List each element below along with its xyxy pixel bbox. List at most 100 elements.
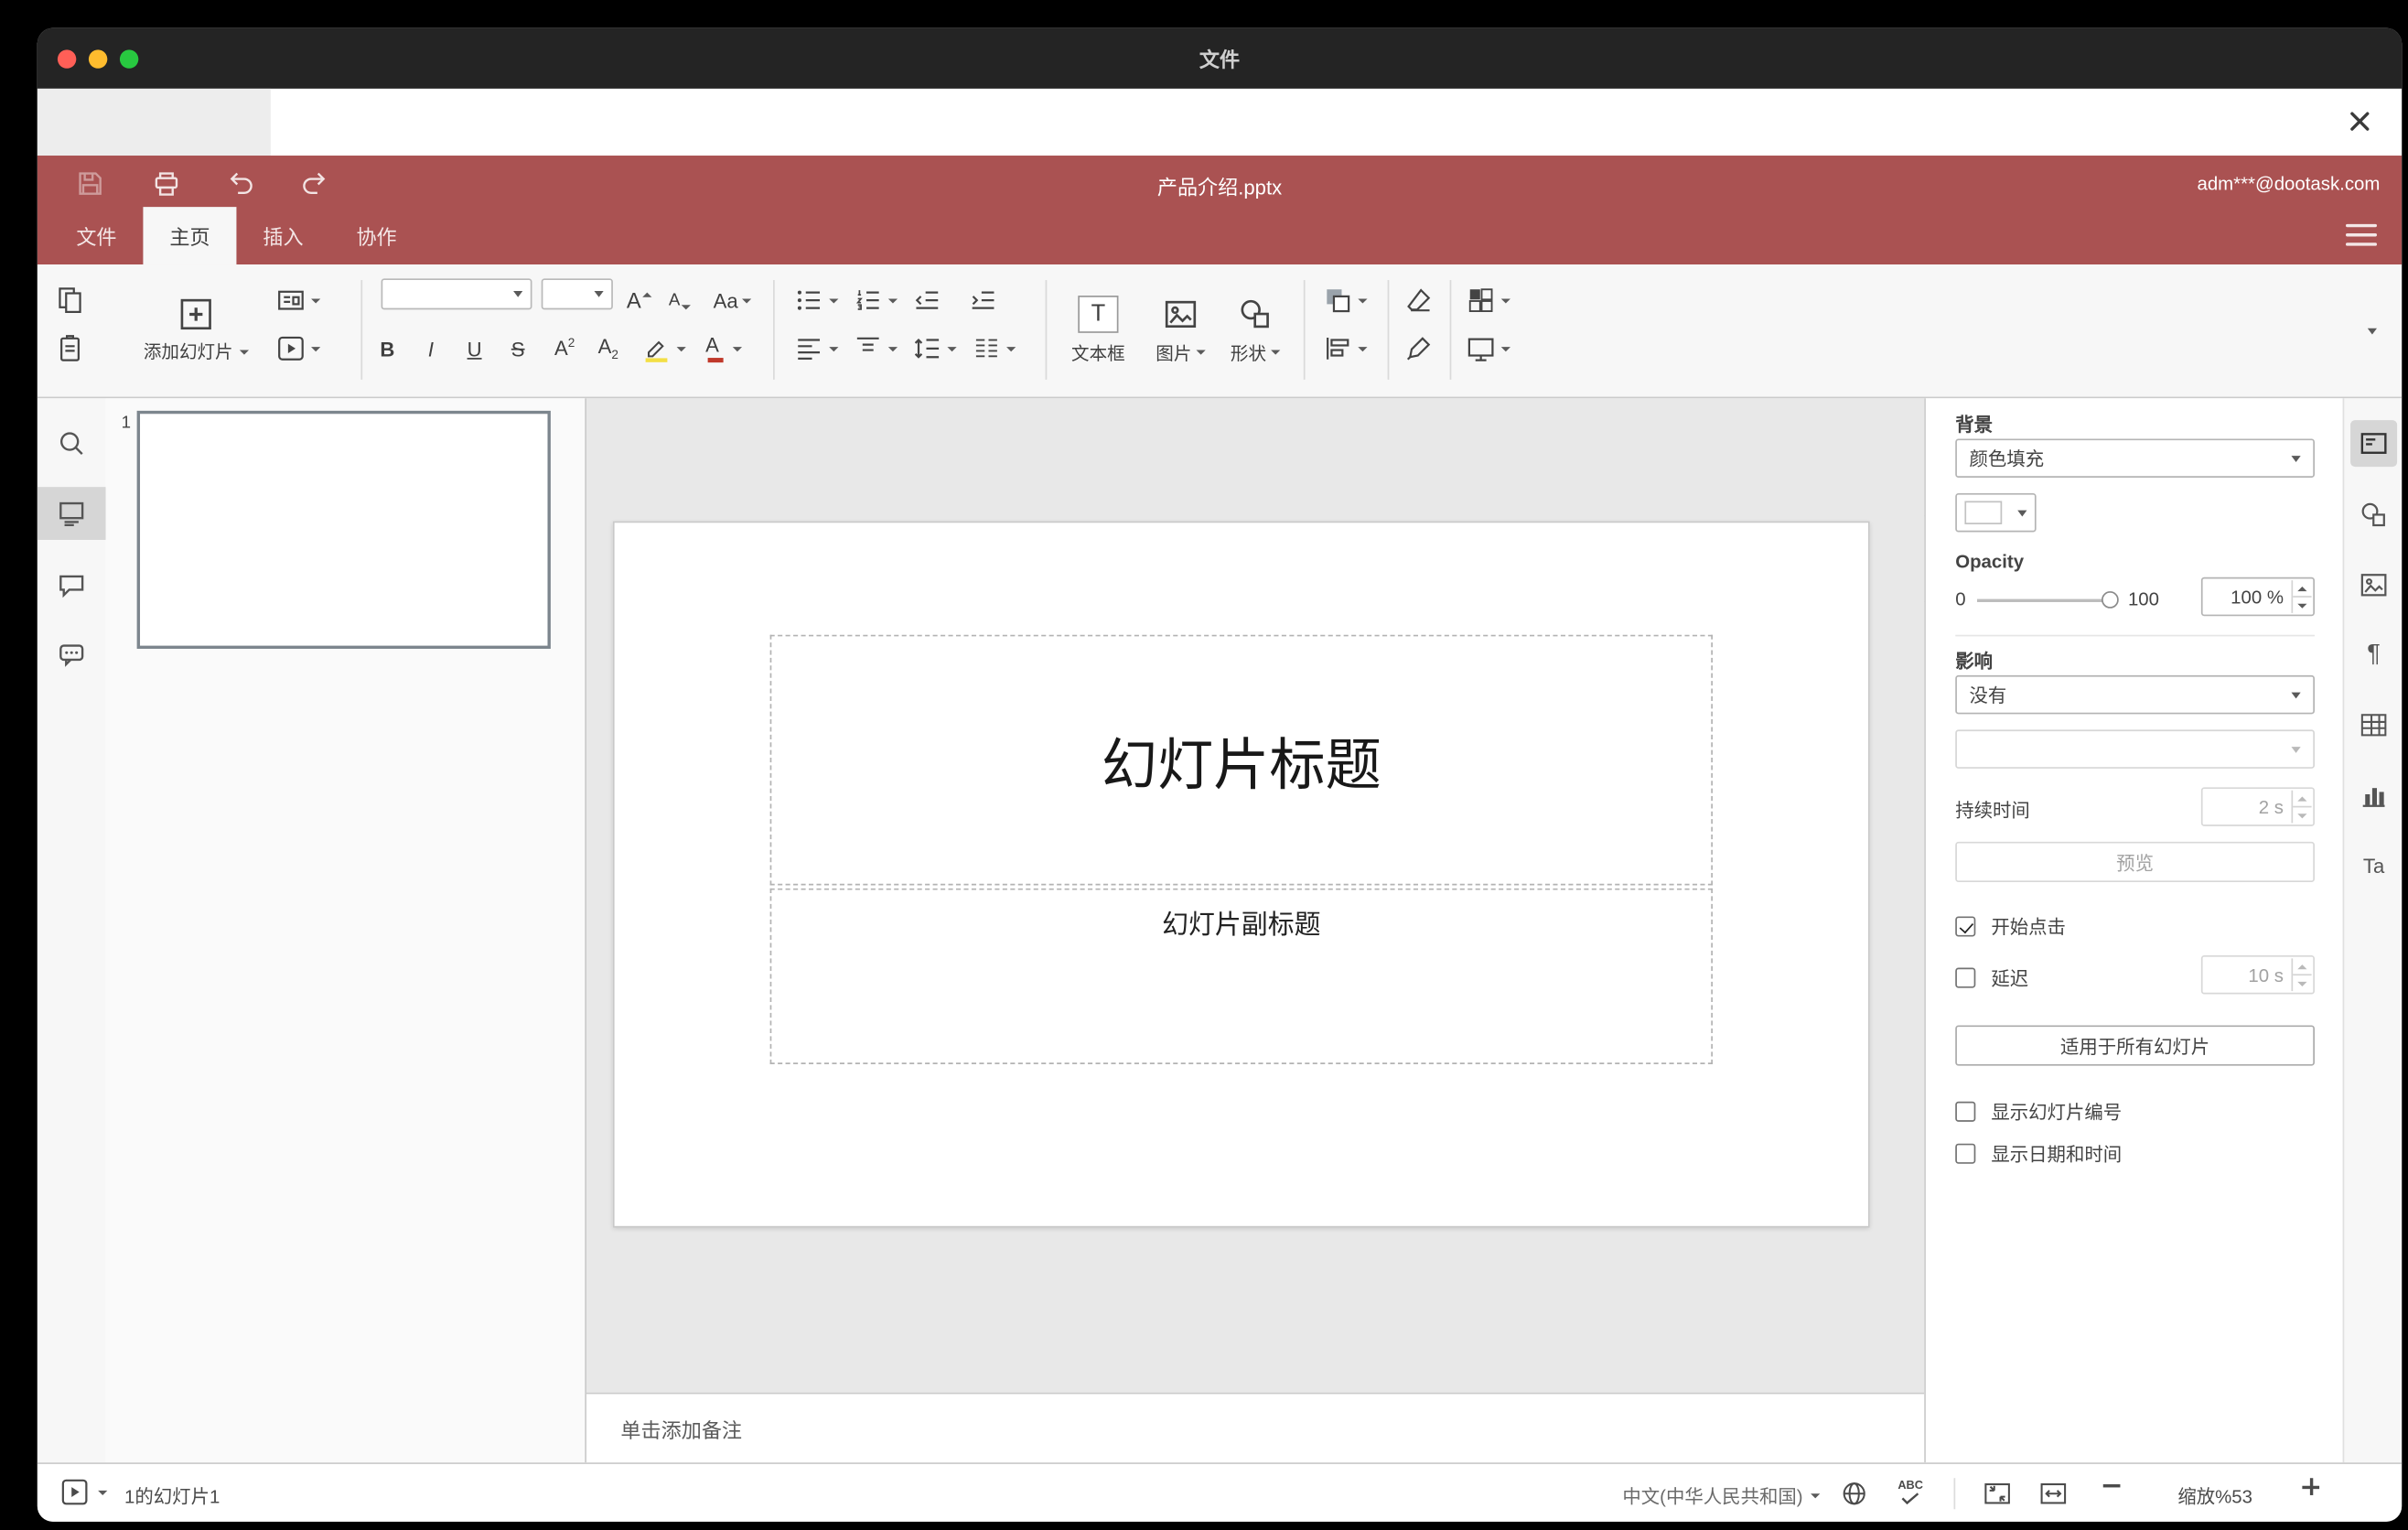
strikeout-button[interactable]: S xyxy=(504,329,532,367)
slide-title-text: 幻灯片标题 xyxy=(1101,731,1381,796)
zoom-in-icon[interactable] xyxy=(2302,1478,2320,1495)
title-placeholder[interactable]: 幻灯片标题 xyxy=(769,634,1713,886)
arrange-shape-button[interactable] xyxy=(1316,282,1371,319)
start-on-click-label: 开始点击 xyxy=(1991,916,2066,939)
theme-gallery-expand-button[interactable] xyxy=(2352,297,2392,366)
vertical-align-button[interactable] xyxy=(849,329,898,367)
fit-width-icon[interactable] xyxy=(2037,1478,2069,1509)
background-fill-select[interactable]: 颜色填充 xyxy=(1955,438,2315,478)
numbering-button[interactable] xyxy=(849,282,898,319)
zoom-out-icon[interactable] xyxy=(2102,1484,2121,1488)
table-settings-icon[interactable] xyxy=(2350,702,2397,749)
duration-spinner[interactable] xyxy=(2291,790,2312,824)
show-slide-number-checkbox[interactable] xyxy=(1955,1101,1976,1122)
slide-size-button[interactable] xyxy=(1459,329,1515,367)
status-bar: 1的幻灯片1 中文(中华人民共和国) ABC 缩放%53 xyxy=(37,1462,2403,1522)
italic-button[interactable]: I xyxy=(417,329,446,367)
apply-to-all-slides-button[interactable]: 适用于所有幻灯片 xyxy=(1955,1025,2315,1066)
slide-thumbnail-1[interactable] xyxy=(136,410,551,650)
line-spacing-button[interactable] xyxy=(908,329,958,367)
align-objects-icon xyxy=(1321,333,1352,364)
underline-button[interactable]: U xyxy=(460,329,489,367)
textart-settings-icon[interactable]: Ta xyxy=(2350,842,2397,889)
delay-spinner[interactable] xyxy=(2291,958,2312,992)
font-size-combo[interactable] xyxy=(541,278,613,310)
delay-checkbox[interactable] xyxy=(1955,967,1976,988)
decrease-font-icon[interactable]: A xyxy=(662,282,696,319)
image-settings-icon[interactable] xyxy=(2350,562,2397,609)
superscript-button[interactable]: A2 xyxy=(547,329,581,367)
opacity-slider-knob[interactable] xyxy=(2102,591,2119,609)
tab-collaboration[interactable]: 协作 xyxy=(330,207,424,264)
shape-icon xyxy=(1237,295,1274,332)
opacity-spinner[interactable] xyxy=(2291,580,2312,613)
insert-image-button[interactable]: 图片 xyxy=(1145,277,1216,383)
clear-style-icon[interactable] xyxy=(1400,282,1437,319)
chevron-down-icon xyxy=(2291,455,2301,462)
delay-value: 10 s xyxy=(2248,964,2284,986)
comments-panel-icon[interactable] xyxy=(38,558,106,611)
chat-panel-icon[interactable] xyxy=(38,629,106,682)
font-name-combo[interactable] xyxy=(381,278,532,310)
chart-settings-icon[interactable] xyxy=(2350,771,2397,818)
slide-layout-button[interactable] xyxy=(267,282,327,319)
copy-style-icon[interactable] xyxy=(1400,329,1437,367)
bullets-button[interactable] xyxy=(790,282,840,319)
slide-canvas[interactable]: 幻灯片标题 幻灯片副标题 xyxy=(612,521,1870,1228)
tab-insert[interactable]: 插入 xyxy=(236,207,329,264)
font-color-button[interactable]: A xyxy=(697,329,747,367)
start-slideshow-status-button[interactable] xyxy=(59,1477,108,1508)
bold-button[interactable]: B xyxy=(373,329,402,367)
start-on-click-checkbox[interactable] xyxy=(1955,916,1976,937)
opacity-slider-track[interactable] xyxy=(1977,598,2112,603)
search-icon[interactable] xyxy=(38,417,106,470)
subtitle-placeholder[interactable]: 幻灯片副标题 xyxy=(769,888,1713,1064)
duration-label: 持续时间 xyxy=(1955,799,2030,822)
chevron-down-icon xyxy=(887,297,898,303)
arrow-up-icon xyxy=(642,291,652,296)
window-title: 文件 xyxy=(1199,48,1241,72)
delay-input[interactable]: 10 s xyxy=(2200,954,2315,995)
user-email[interactable]: adm***@dootask.com xyxy=(2197,173,2380,195)
change-case-button[interactable]: Aa xyxy=(706,282,759,319)
subscript-button[interactable]: A2 xyxy=(591,329,625,367)
background-color-picker[interactable] xyxy=(1955,492,2037,533)
strikeout-icon: S xyxy=(511,337,525,361)
language-selector[interactable]: 中文(中华人民共和国) xyxy=(1577,1482,1821,1509)
color-scheme-button[interactable] xyxy=(1459,282,1515,319)
align-text-button[interactable] xyxy=(790,329,840,367)
decrease-indent-icon[interactable] xyxy=(908,282,946,319)
left-icon-bar xyxy=(37,398,106,1463)
spellcheck-icon[interactable]: ABC xyxy=(1897,1478,1923,1505)
start-slideshow-button[interactable] xyxy=(267,329,327,367)
increase-font-icon[interactable]: A xyxy=(622,282,656,319)
highlight-color-button[interactable] xyxy=(638,329,687,367)
columns-button[interactable] xyxy=(968,329,1017,367)
panel-divider xyxy=(1955,634,2315,637)
document-language-icon[interactable] xyxy=(1839,1478,1870,1509)
preview-button[interactable]: 预览 xyxy=(1955,841,2315,883)
effect-select[interactable]: 没有 xyxy=(1955,674,2315,715)
tab-home[interactable]: 主页 xyxy=(143,207,237,265)
paragraph-settings-icon[interactable]: ¶ xyxy=(2350,631,2397,678)
duration-input[interactable]: 2 s xyxy=(2200,787,2315,826)
close-icon[interactable] xyxy=(2346,107,2374,135)
slide-settings-icon[interactable] xyxy=(2350,420,2398,468)
notes-area[interactable]: 单击添加备注 xyxy=(586,1392,1925,1463)
shape-settings-icon[interactable] xyxy=(2350,491,2397,538)
copy-icon[interactable] xyxy=(51,282,89,319)
menu-icon[interactable] xyxy=(2345,223,2377,249)
fit-slide-icon[interactable] xyxy=(1982,1478,2013,1509)
slides-panel-icon[interactable] xyxy=(37,487,106,540)
opacity-input[interactable]: 100 % xyxy=(2200,576,2315,617)
increase-indent-icon[interactable] xyxy=(964,282,1002,319)
show-date-time-checkbox[interactable] xyxy=(1955,1143,1976,1164)
effect-variant-select[interactable] xyxy=(1955,729,2315,769)
insert-textbox-button[interactable]: T 文本框 xyxy=(1061,277,1136,383)
paste-icon[interactable] xyxy=(51,329,89,367)
insert-shape-button[interactable]: 形状 xyxy=(1220,277,1291,383)
add-slide-button[interactable]: 添加幻灯片 xyxy=(137,277,255,383)
tab-file[interactable]: 文件 xyxy=(49,207,143,264)
align-shape-button[interactable] xyxy=(1316,329,1371,367)
toolbar-separator xyxy=(1387,280,1390,380)
